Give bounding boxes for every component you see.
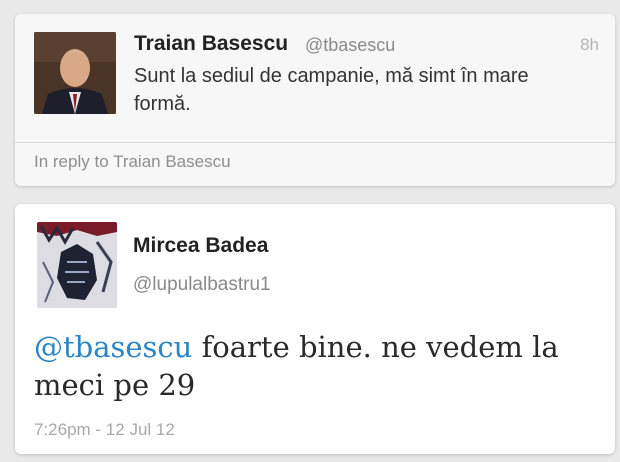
original-tweet-card[interactable]: Traian Basescu @tbasescu 8h Sunt la sedi… bbox=[15, 14, 615, 186]
mention-link[interactable]: @tbasescu bbox=[34, 330, 192, 364]
tweet-time: 8h bbox=[580, 35, 599, 54]
tweet-text: Sunt la sediul de campanie, mă simt în m… bbox=[134, 65, 529, 115]
display-name[interactable]: Mircea Badea bbox=[133, 234, 268, 258]
tweet-text: @tbasescu foarte bine. ne vedem la meci … bbox=[34, 328, 594, 404]
avatar[interactable] bbox=[37, 222, 117, 308]
username-handle[interactable]: @lupulalbastru1 bbox=[133, 274, 271, 296]
avatar[interactable] bbox=[34, 32, 116, 114]
display-name[interactable]: Traian Basescu bbox=[134, 32, 288, 56]
reply-tweet-card: Mircea Badea @lupulalbastru1 @tbasescu f… bbox=[15, 204, 615, 454]
username-handle[interactable]: @tbasescu bbox=[305, 35, 395, 56]
divider bbox=[15, 142, 615, 143]
tweet-timestamp[interactable]: 7:26pm - 12 Jul 12 bbox=[34, 420, 175, 440]
in-reply-to-link[interactable]: In reply to Traian Basescu bbox=[34, 152, 231, 172]
